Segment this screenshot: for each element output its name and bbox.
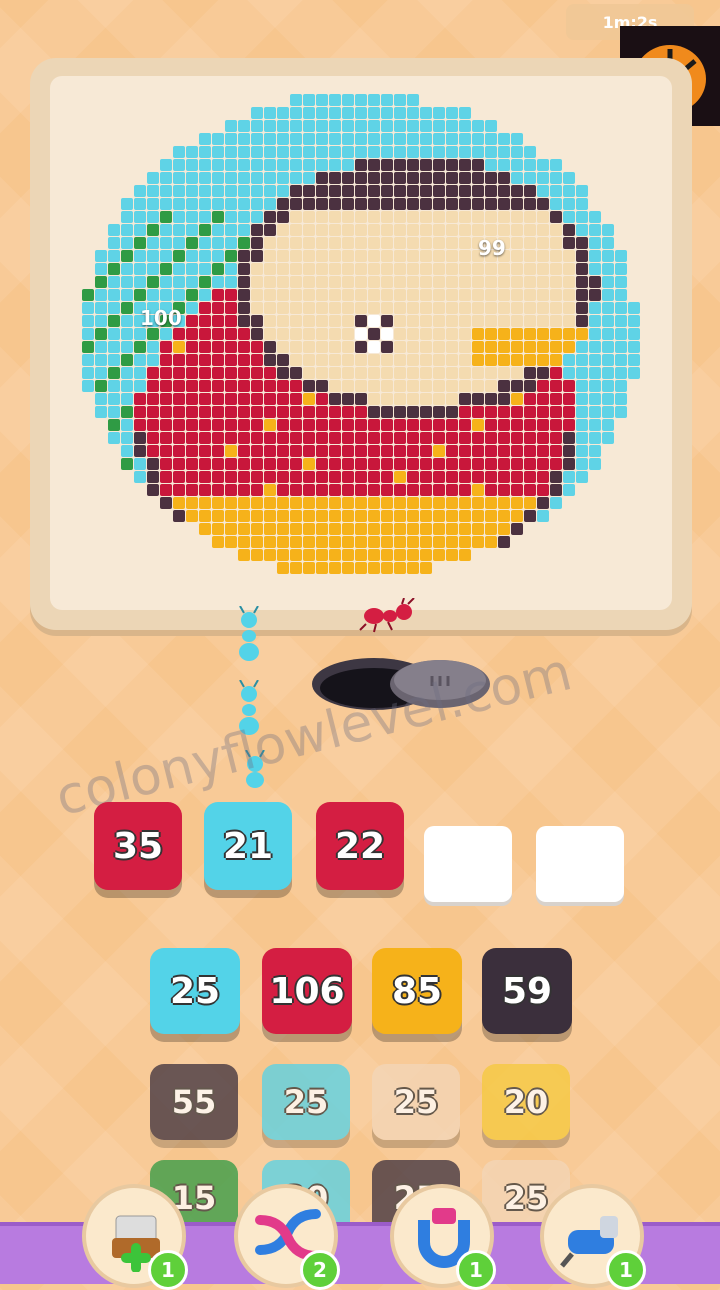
artwork-count-left: 100 (140, 306, 182, 330)
tool-count-badge: 2 (300, 1250, 340, 1290)
board-tile: 25 (372, 1064, 460, 1140)
board-tile[interactable]: 25 (150, 948, 240, 1034)
ant-hole (312, 658, 490, 710)
tool-count-badge: 1 (606, 1250, 646, 1290)
cyan-ant-icon (245, 750, 265, 788)
board-tile: 25 (262, 1064, 350, 1140)
shuffle-tool-button[interactable]: 2 (234, 1184, 340, 1290)
add-slot-tool-button[interactable]: 1 (82, 1184, 188, 1290)
empty-queue-slot (536, 826, 624, 902)
board-tile[interactable]: 85 (372, 948, 462, 1034)
empty-queue-slot (424, 826, 512, 902)
queue-tile[interactable]: 21 (204, 802, 292, 890)
board-tile: 55 (150, 1064, 238, 1140)
cyan-ant-icon (239, 680, 259, 735)
queue-tile[interactable]: 22 (316, 802, 404, 890)
cyan-ant-icon (239, 606, 259, 661)
vacuum-tool-button[interactable]: 1 (540, 1184, 646, 1290)
board-tile: 20 (482, 1064, 570, 1140)
queue-tile[interactable]: 35 (94, 802, 182, 890)
tool-count-badge: 1 (456, 1250, 496, 1290)
magnet-tool-button[interactable]: 1 (390, 1184, 496, 1290)
pixel-artwork (82, 94, 640, 574)
red-ant-icon (359, 598, 415, 633)
tool-count-badge: 1 (148, 1250, 188, 1290)
board-tile[interactable]: 59 (482, 948, 572, 1034)
artwork-count-right: 99 (478, 236, 506, 260)
board-tile[interactable]: 106 (262, 948, 352, 1034)
